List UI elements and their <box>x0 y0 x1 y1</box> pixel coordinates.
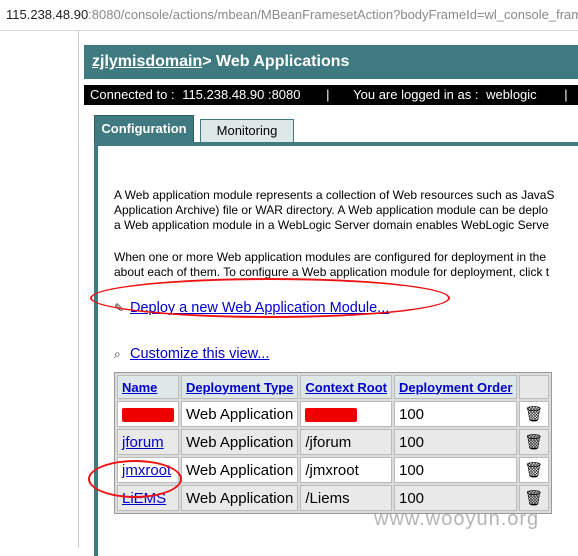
column-header-deployment-type[interactable]: Deployment Type <box>181 375 299 399</box>
description-line: When one or more Web application modules… <box>114 250 547 264</box>
left-frame <box>0 31 79 548</box>
web-applications-table: Name Deployment Type Context Root Deploy… <box>114 372 553 514</box>
logged-in-label: You are logged in as : <box>353 87 479 102</box>
app-name-link[interactable]: jforum <box>122 434 164 451</box>
description-line: a Web application module in a WebLogic S… <box>114 218 549 232</box>
content-panel: A Web application module represents a co… <box>94 142 578 556</box>
address-host: 115.238.48.90 <box>6 7 89 22</box>
status-bar: Connected to : 115.238.48.90 :8080 | You… <box>84 85 578 105</box>
status-separator-2: | <box>564 87 568 102</box>
cell-type: Web Application <box>181 457 299 483</box>
cell-delete[interactable]: 🗑 <box>519 401 550 427</box>
domain-link[interactable]: zjlymisdomain <box>84 53 202 70</box>
cell-order: 100 <box>394 401 518 427</box>
address-bar[interactable]: 115.238.48.90:8080/console/actions/mbean… <box>0 0 578 31</box>
trash-icon[interactable]: 🗑 <box>524 405 543 423</box>
connected-label: Connected to : <box>90 87 175 102</box>
cell-delete[interactable]: 🗑 <box>519 429 550 455</box>
annotation-circle-jmxroot <box>88 460 182 498</box>
description-line: about each of them. To configure a Web a… <box>114 265 550 279</box>
annotation-circle-deploy <box>90 278 450 318</box>
cell-type: Web Application <box>181 401 299 427</box>
trash-icon[interactable]: 🗑 <box>524 489 543 507</box>
description-paragraph-2: When one or more Web application modules… <box>114 250 578 280</box>
page-title-suffix: > Web Applications <box>202 53 350 70</box>
connected-value: 115.238.48.90 :8080 <box>182 87 301 102</box>
tab-configuration[interactable]: Configuration <box>94 115 194 144</box>
logout-link[interactable]: Lo <box>571 85 578 105</box>
redacted-mark <box>122 407 174 422</box>
column-header-deployment-order[interactable]: Deployment Order <box>394 375 518 399</box>
cell-context: /jforum <box>300 429 392 455</box>
tab-monitoring[interactable]: Monitoring <box>200 119 294 142</box>
description-paragraph-1: A Web application module represents a co… <box>114 188 578 233</box>
description-line: Application Archive) file or WAR directo… <box>114 203 549 217</box>
customize-link-text: Customize this view... <box>130 346 270 362</box>
cell-delete[interactable]: 🗑 <box>519 457 550 483</box>
cell-order: 100 <box>394 429 518 455</box>
magnifier-icon: ⌕ <box>114 347 121 361</box>
trash-icon[interactable]: 🗑 <box>524 433 543 451</box>
column-header-actions <box>519 375 550 399</box>
column-header-name[interactable]: Name <box>117 375 179 399</box>
logged-in-user: weblogic <box>486 87 537 102</box>
description-line: A Web application module represents a co… <box>114 188 555 202</box>
status-separator: | <box>326 87 330 102</box>
table-row: Web Application 100 🗑 <box>117 401 550 427</box>
cell-name: jforum <box>117 429 179 455</box>
cell-context <box>300 401 392 427</box>
page-title: zjlymisdomain> Web Applications <box>84 45 578 79</box>
address-path: :8080/console/actions/mbean/MBeanFramese… <box>88 7 578 22</box>
column-header-context-root[interactable]: Context Root <box>300 375 392 399</box>
cell-name[interactable] <box>117 401 179 427</box>
customize-view-link[interactable]: ⌕ Customize this view... <box>114 346 269 362</box>
cell-type: Web Application <box>181 485 299 511</box>
watermark: www.wooyun.org <box>374 508 540 530</box>
trash-icon[interactable]: 🗑 <box>524 461 543 479</box>
table-row: jforum Web Application /jforum 100 🗑 <box>117 429 550 455</box>
table-header-row: Name Deployment Type Context Root Deploy… <box>117 375 550 399</box>
cell-type: Web Application <box>181 429 299 455</box>
redacted-mark <box>305 407 358 422</box>
cell-context: /jmxroot <box>300 457 392 483</box>
cell-order: 100 <box>394 457 518 483</box>
